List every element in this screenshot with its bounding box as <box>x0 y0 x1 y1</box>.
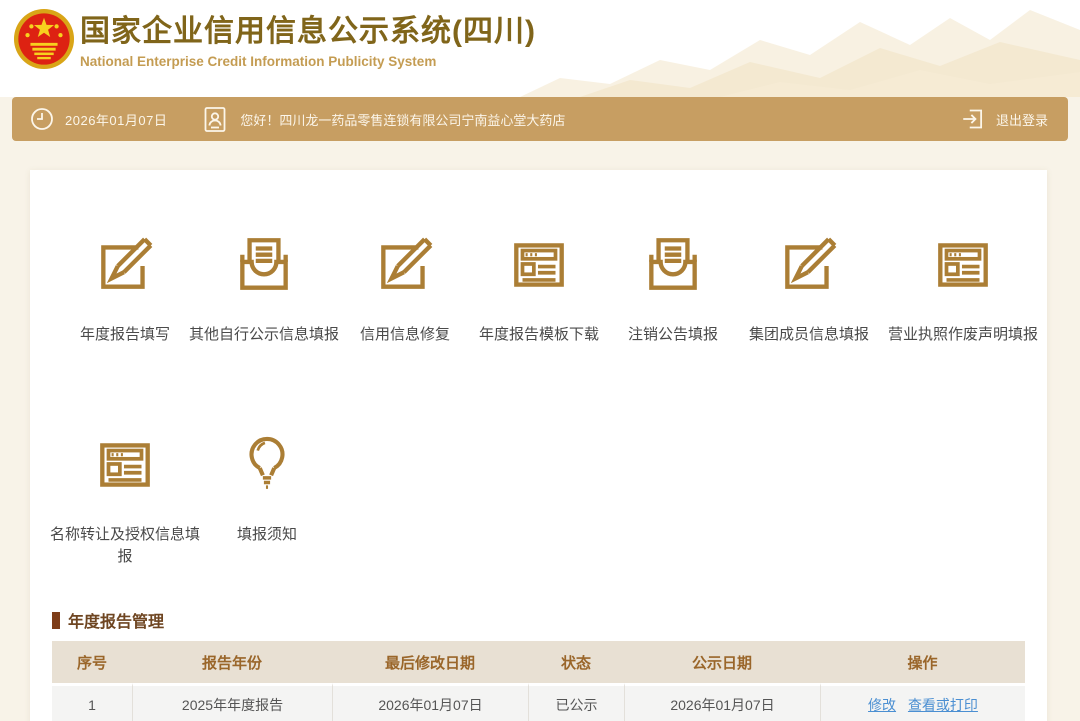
cell-index: 1 <box>52 683 132 721</box>
col-header-publicity-date: 公示日期 <box>624 641 820 683</box>
function-grid-row-1: 年度报告填写 其他自行公示信息填报 信用信息修复 <box>30 232 1047 346</box>
heading-bullet <box>52 612 60 629</box>
menu-item-label: 集团成员信息填报 <box>749 324 869 346</box>
webpage-icon <box>930 232 996 298</box>
menu-item-label: 填报须知 <box>237 524 297 546</box>
menu-item-group-member-info[interactable]: 集团成员信息填报 <box>734 232 884 346</box>
current-date: 2026年01月07日 <box>65 110 167 129</box>
main-panel: 年度报告填写 其他自行公示信息填报 信用信息修复 <box>30 170 1047 721</box>
edit-icon <box>92 232 158 298</box>
cell-last-modified: 2026年01月07日 <box>332 683 528 721</box>
webpage-icon <box>92 432 158 498</box>
menu-item-license-invalidation[interactable]: 营业执照作废声明填报 <box>884 232 1042 346</box>
menu-item-label: 注销公告填报 <box>628 324 718 346</box>
cell-publicity-date: 2026年01月07日 <box>624 683 820 721</box>
site-title: 国家企业信用信息公示系统(四川) <box>80 12 536 52</box>
annual-report-section-heading: 年度报告管理 <box>52 608 1047 632</box>
col-header-report-year: 报告年份 <box>132 641 332 683</box>
site-title-block: 国家企业信用信息公示系统(四川) National Enterprise Cre… <box>80 12 536 69</box>
section-title: 年度报告管理 <box>68 608 164 632</box>
col-header-index: 序号 <box>52 641 132 683</box>
clock-icon <box>30 107 54 131</box>
col-header-actions: 操作 <box>820 641 1025 683</box>
menu-item-label: 年度报告填写 <box>80 324 170 346</box>
menu-item-label: 信用信息修复 <box>360 324 450 346</box>
menu-item-credit-repair[interactable]: 信用信息修复 <box>344 232 466 346</box>
menu-item-annual-report-fill[interactable]: 年度报告填写 <box>66 232 184 346</box>
annual-report-table: 序号 报告年份 最后修改日期 状态 公示日期 操作 1 2025年年度报告 20… <box>52 641 1025 721</box>
view-or-print-link[interactable]: 查看或打印 <box>908 697 978 713</box>
menu-item-other-publicity-fill[interactable]: 其他自行公示信息填报 <box>184 232 344 346</box>
menu-item-deregistration-notice[interactable]: 注销公告填报 <box>612 232 734 346</box>
table-row: 1 2025年年度报告 2026年01月07日 已公示 2026年01月07日 … <box>52 683 1025 721</box>
menu-item-label: 名称转让及授权信息填报 <box>50 524 200 568</box>
china-national-emblem <box>13 8 75 70</box>
inbox-icon <box>231 232 297 298</box>
cell-status: 已公示 <box>528 683 624 721</box>
user-badge-icon <box>203 106 227 133</box>
lightbulb-icon <box>234 432 300 498</box>
logout-icon <box>960 106 986 132</box>
col-header-last-modified: 最后修改日期 <box>332 641 528 683</box>
table-header-row: 序号 报告年份 最后修改日期 状态 公示日期 操作 <box>52 641 1025 683</box>
inbox-icon <box>640 232 706 298</box>
edit-icon <box>776 232 842 298</box>
user-greeting: 您好！四川龙一药品零售连锁有限公司宁南益心堂大药店 <box>240 110 565 129</box>
menu-item-label: 营业执照作废声明填报 <box>888 324 1038 346</box>
logout-label: 退出登录 <box>996 110 1048 129</box>
modify-link[interactable]: 修改 <box>868 697 896 713</box>
menu-item-name-transfer-authorization[interactable]: 名称转让及授权信息填报 <box>50 432 200 568</box>
great-wall-watermark <box>520 0 1080 97</box>
function-grid-row-2: 名称转让及授权信息填报 填报须知 <box>30 432 1047 568</box>
cell-report-year: 2025年年度报告 <box>132 683 332 721</box>
menu-item-filing-instructions[interactable]: 填报须知 <box>212 432 322 568</box>
menu-item-label: 年度报告模板下载 <box>479 324 599 346</box>
menu-item-label: 其他自行公示信息填报 <box>189 324 339 346</box>
page-header: 国家企业信用信息公示系统(四川) National Enterprise Cre… <box>0 0 1080 97</box>
webpage-icon <box>506 232 572 298</box>
site-subtitle: National Enterprise Credit Information P… <box>80 54 536 69</box>
logout-button[interactable]: 退出登录 <box>950 97 1068 141</box>
user-topbar: 2026年01月07日 您好！四川龙一药品零售连锁有限公司宁南益心堂大药店 退出… <box>12 97 1068 141</box>
cell-actions: 修改 查看或打印 <box>820 683 1025 721</box>
menu-item-report-template-download[interactable]: 年度报告模板下载 <box>466 232 612 346</box>
col-header-status: 状态 <box>528 641 624 683</box>
edit-icon <box>372 232 438 298</box>
